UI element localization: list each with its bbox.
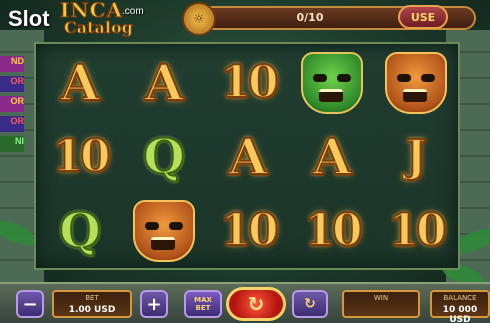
mask-eye (337, 74, 351, 82)
use-bonus-button[interactable]: USE (398, 5, 448, 29)
spin-arrows-icon: ↻ (247, 292, 265, 316)
reel-1-row-3: Q (38, 194, 122, 268)
side-label: NI (0, 136, 24, 152)
bet-display: BET 1.00 USD (52, 290, 132, 318)
reel-3-row-1: 10 (206, 46, 290, 120)
max-bet-button[interactable]: MAX BET (184, 290, 222, 318)
increase-bet-button[interactable]: + (140, 290, 168, 318)
autoplay-button[interactable]: ↻ (292, 290, 328, 318)
side-label: ND (0, 56, 24, 72)
max-bet-label: MAX (194, 296, 212, 304)
symbol-10: 10 (51, 131, 111, 182)
reel-4-row-3: 10 (290, 194, 374, 268)
reel-1-row-2: 10 (38, 120, 122, 194)
orange-jaguar-mask-icon (385, 52, 447, 114)
balance-value: 10 000 USD (442, 305, 478, 323)
side-label: OR (0, 116, 24, 132)
reel-2-row-2: Q (122, 120, 206, 194)
reel-1-row-1: A (38, 46, 122, 120)
bet-label: BET (85, 294, 99, 302)
mask-eye (421, 74, 435, 82)
control-panel: − BET 1.00 USD + MAX BET ↻ ↻ WIN BALANCE… (0, 282, 490, 323)
idol-coin-icon: ☼ (182, 2, 216, 36)
mask-eye (169, 222, 183, 230)
reel-5-row-3: 10 (374, 194, 458, 268)
mask-mouth (319, 89, 343, 102)
mask-eye (313, 74, 327, 82)
game-logo: INCA Catalog Slot .com (4, 0, 154, 38)
mask-mouth (151, 237, 175, 250)
logo-slot-text: Slot (8, 6, 50, 31)
balance-display: BALANCE 10 000 USD (430, 290, 490, 323)
reel-2-row-1: A (122, 46, 206, 120)
orange-jaguar-mask-icon (133, 200, 195, 262)
logo-catalog-text: Catalog (64, 18, 134, 38)
symbol-q: Q (142, 129, 186, 185)
balance-label: BALANCE (443, 294, 477, 302)
symbol-a: A (228, 127, 269, 186)
max-bet-label-second: BET (195, 304, 211, 312)
reel-3-row-2: A (206, 120, 290, 194)
reel-4-row-1 (290, 46, 374, 120)
symbol-j: J (405, 131, 428, 182)
reel-5-row-1 (374, 46, 458, 120)
symbol-a: A (60, 53, 101, 112)
autoplay-icon: ↻ (304, 296, 316, 312)
symbol-10: 10 (219, 57, 279, 108)
symbol-a: A (144, 53, 185, 112)
symbol-10: 10 (219, 205, 279, 256)
green-idol-mask-icon (301, 52, 363, 114)
mask-mouth (403, 89, 427, 102)
reel-5-row-2: J (374, 120, 458, 194)
mask-eye (397, 74, 411, 82)
logo-com-text: .com (122, 6, 144, 17)
reel-2-row-3 (122, 194, 206, 268)
bet-value: 1.00 USD (68, 305, 116, 315)
bonus-counter: 0/10 (296, 11, 324, 24)
reel-grid: A 10 Q A Q 10 A 10 A 10 J 10 (34, 42, 460, 270)
game-stage: INCA Catalog Slot .com ☼ 0/10 USE ND OR OR… (0, 0, 490, 323)
win-label: WIN (373, 294, 389, 302)
symbol-q: Q (58, 203, 102, 259)
spin-button[interactable]: ↻ (226, 287, 286, 321)
win-display: WIN (342, 290, 420, 318)
side-label: OR (0, 76, 24, 92)
decrease-bet-button[interactable]: − (16, 290, 44, 318)
reel-3-row-3: 10 (206, 194, 290, 268)
side-label: OR (0, 96, 24, 112)
symbol-a: A (312, 127, 353, 186)
mask-eye (145, 222, 159, 230)
reel-4-row-2: A (290, 120, 374, 194)
symbol-10: 10 (387, 205, 447, 256)
symbol-10: 10 (303, 205, 363, 256)
